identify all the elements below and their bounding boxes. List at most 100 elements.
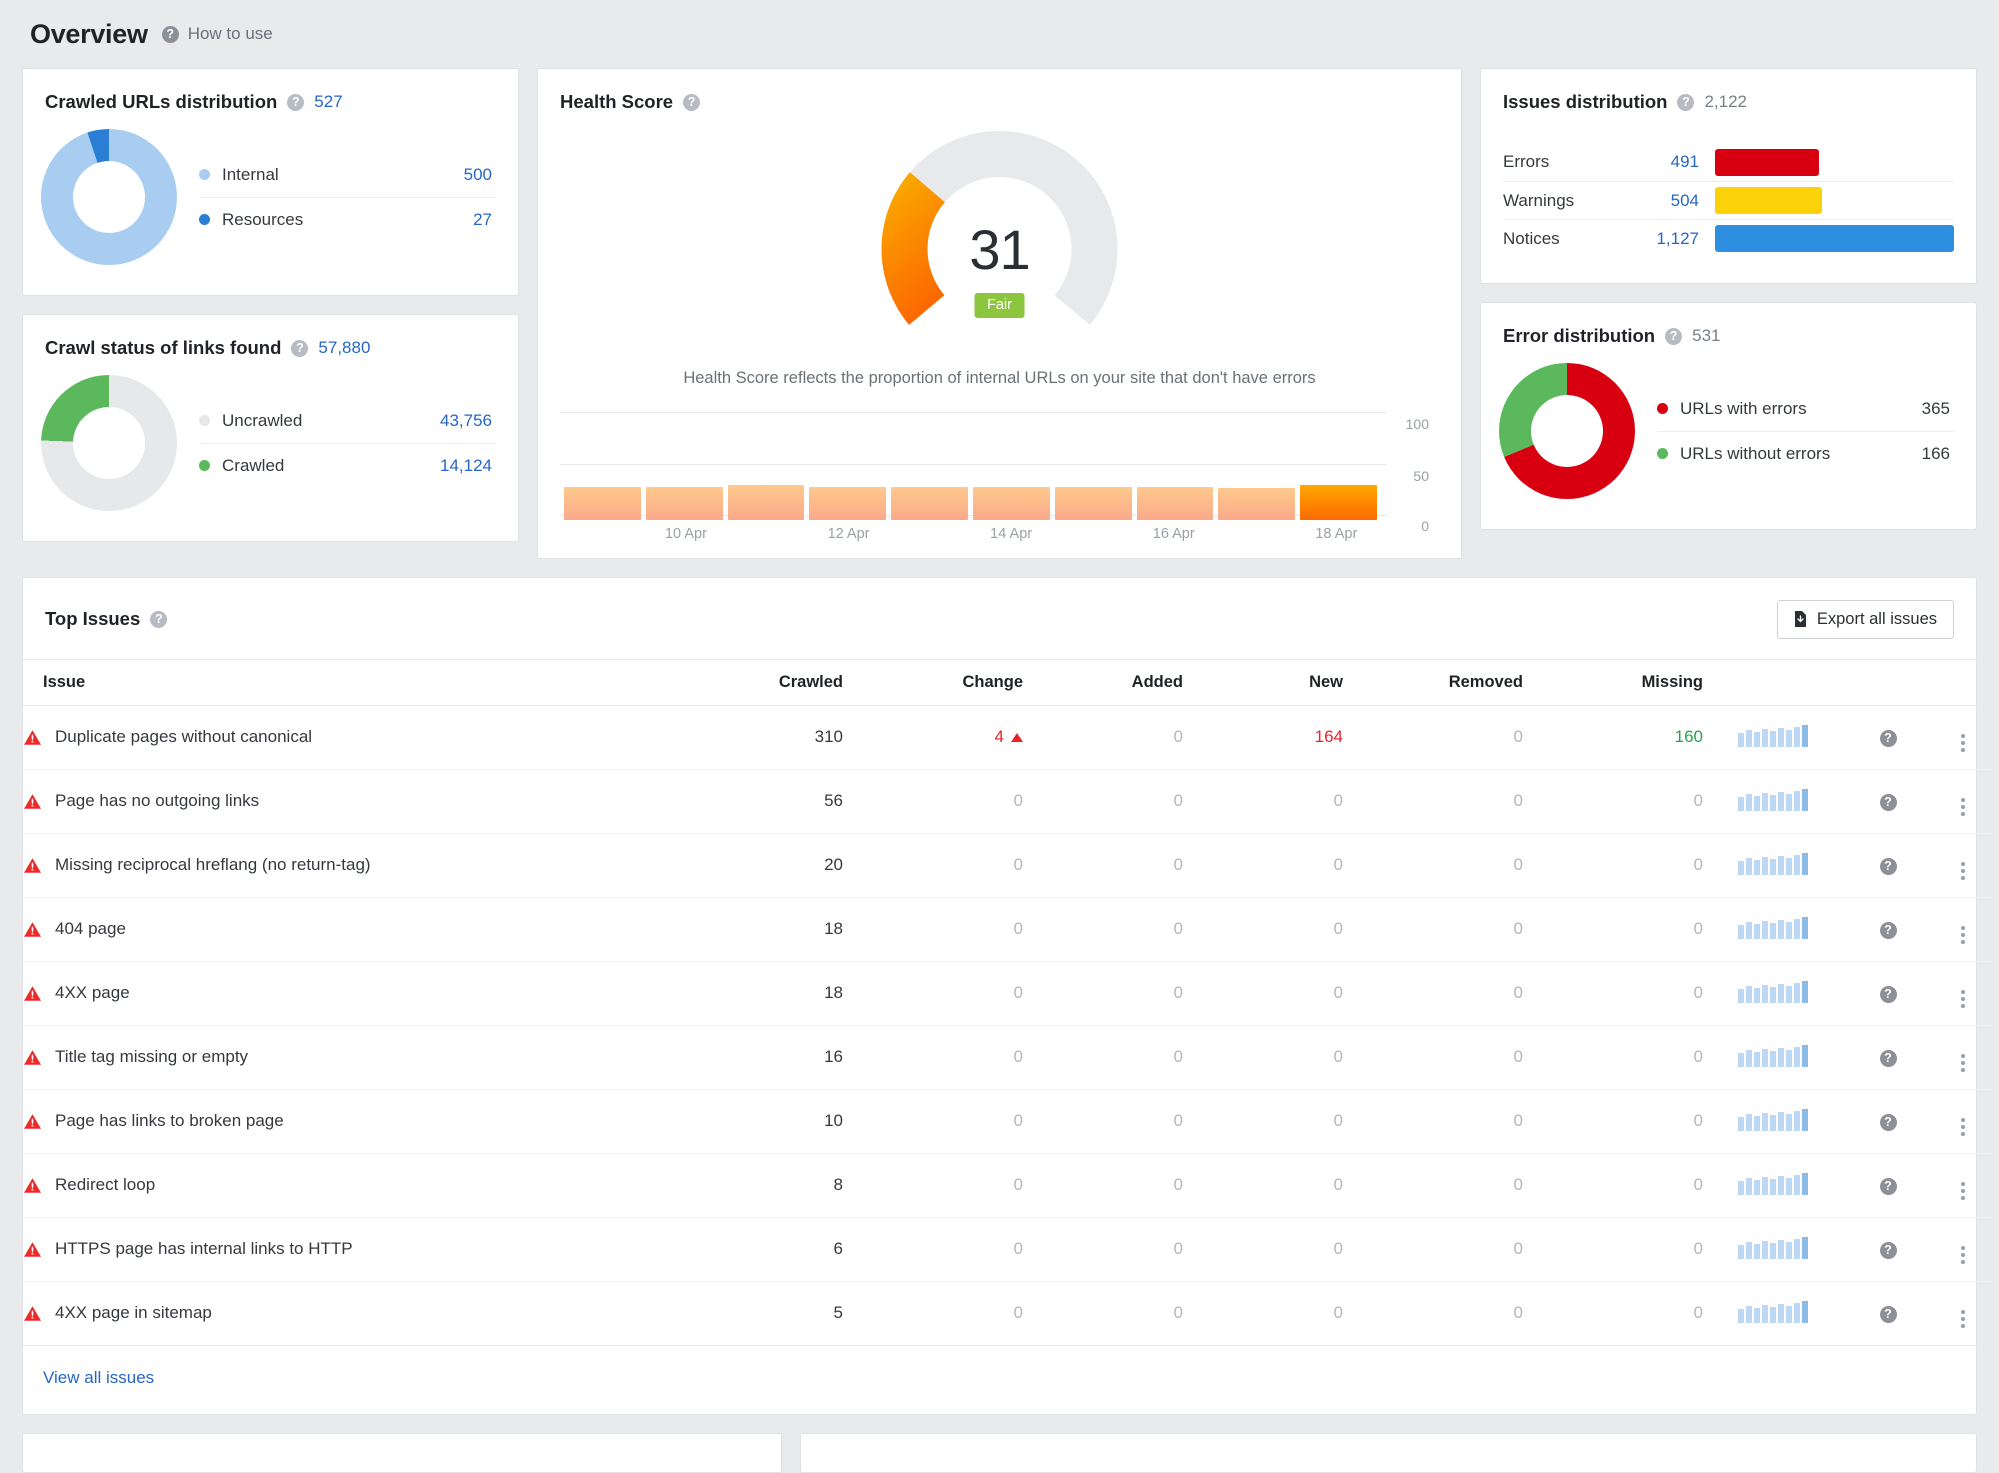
y-tick-50: 50 bbox=[1413, 467, 1429, 484]
export-all-issues-button[interactable]: Export all issues bbox=[1776, 599, 1954, 639]
issues-distribution-row[interactable]: Warnings 504 bbox=[1503, 181, 1954, 219]
table-row[interactable]: Duplicate pages without canonical 310 4 0 16… bbox=[23, 705, 1993, 770]
question-mark-icon[interactable]: ? bbox=[1879, 1178, 1897, 1196]
question-mark-icon[interactable]: ? bbox=[1677, 93, 1695, 111]
col-change[interactable]: Change bbox=[843, 658, 1023, 706]
table-row[interactable]: Redirect loop 8 0 0 0 0 0? bbox=[23, 1153, 1993, 1218]
legend-value[interactable]: 14,124 bbox=[440, 456, 492, 476]
legend-label: Crawled bbox=[222, 455, 285, 475]
table-row[interactable]: Page has links to broken page 10 0 0 0 0 0? bbox=[23, 1089, 1993, 1154]
history-bar[interactable] bbox=[727, 485, 805, 520]
row-menu-icon[interactable] bbox=[1961, 925, 1965, 944]
issue-label: Page has links to broken page bbox=[55, 1111, 284, 1131]
question-mark-icon[interactable]: ? bbox=[1879, 1050, 1897, 1068]
issue-cell[interactable]: Title tag missing or empty bbox=[23, 1025, 683, 1090]
row-value[interactable]: 1,127 bbox=[1635, 229, 1715, 249]
issue-cell[interactable]: Page has no outgoing links bbox=[23, 769, 683, 834]
question-mark-icon[interactable]: ? bbox=[1665, 327, 1683, 345]
legend-item[interactable]: Resources 27 bbox=[199, 196, 496, 242]
history-bar[interactable] bbox=[645, 486, 723, 520]
table-row[interactable]: Page has no outgoing links 56 0 0 0 0 0? bbox=[23, 769, 1993, 834]
removed-cell: 0 bbox=[1343, 833, 1523, 898]
issue-cell[interactable]: HTTPS page has internal links to HTTP bbox=[23, 1217, 683, 1282]
issue-cell[interactable]: Page has links to broken page bbox=[23, 1089, 683, 1154]
col-missing[interactable]: Missing bbox=[1523, 658, 1703, 706]
table-row[interactable]: 4XX page in sitemap 5 0 0 0 0 0? bbox=[23, 1281, 1993, 1346]
row-menu-icon[interactable] bbox=[1961, 861, 1965, 880]
sparkline bbox=[1738, 1235, 1808, 1259]
how-to-use-link[interactable]: ? How to use bbox=[161, 24, 273, 44]
history-bar[interactable] bbox=[1300, 485, 1377, 520]
legend-item[interactable]: Uncrawled 43,756 bbox=[199, 399, 496, 443]
history-bar[interactable] bbox=[1054, 486, 1132, 520]
change-cell: 0 bbox=[843, 833, 1023, 898]
row-menu-icon[interactable] bbox=[1961, 797, 1965, 816]
table-row[interactable]: 404 page 18 0 0 0 0 0? bbox=[23, 897, 1993, 962]
table-header-row: Issue Crawled Change Added New Removed M… bbox=[23, 658, 1993, 706]
question-mark-icon[interactable]: ? bbox=[1879, 858, 1897, 876]
row-menu-icon[interactable] bbox=[1961, 733, 1965, 752]
legend-item[interactable]: URLs with errors 365 bbox=[1657, 387, 1954, 431]
crawled-cell: 20 bbox=[683, 833, 843, 898]
history-bar[interactable] bbox=[1218, 487, 1296, 520]
crawl-status-card: Crawl status of links found ? 57,880 Unc… bbox=[22, 314, 519, 542]
row-menu-icon[interactable] bbox=[1961, 1309, 1965, 1328]
row-value[interactable]: 491 bbox=[1635, 152, 1715, 172]
issue-cell[interactable]: Missing reciprocal hreflang (no return-t… bbox=[23, 833, 683, 898]
view-all-issues-link[interactable]: View all issues bbox=[43, 1368, 154, 1387]
row-menu-icon[interactable] bbox=[1961, 1117, 1965, 1136]
question-mark-icon[interactable]: ? bbox=[1879, 794, 1897, 812]
question-mark-icon[interactable]: ? bbox=[1879, 986, 1897, 1004]
question-mark-icon[interactable]: ? bbox=[150, 610, 168, 628]
question-mark-icon[interactable]: ? bbox=[291, 339, 309, 357]
history-bar[interactable] bbox=[1136, 486, 1214, 520]
issue-cell[interactable]: 4XX page in sitemap bbox=[23, 1281, 683, 1346]
sparkline-cell bbox=[1703, 1153, 1843, 1218]
row-help-cell: ? bbox=[1843, 1153, 1933, 1218]
table-row[interactable]: Missing reciprocal hreflang (no return-t… bbox=[23, 833, 1993, 898]
row-menu-icon[interactable] bbox=[1961, 989, 1965, 1008]
legend-value[interactable]: 500 bbox=[464, 165, 492, 185]
question-mark-icon[interactable]: ? bbox=[1879, 1114, 1897, 1132]
row-help-cell: ? bbox=[1843, 769, 1933, 834]
row-value[interactable]: 504 bbox=[1635, 191, 1715, 211]
table-row[interactable]: HTTPS page has internal links to HTTP 6 0 0… bbox=[23, 1217, 1993, 1282]
col-crawled[interactable]: Crawled bbox=[683, 658, 843, 706]
issue-cell[interactable]: Redirect loop bbox=[23, 1153, 683, 1218]
col-removed[interactable]: Removed bbox=[1343, 658, 1523, 706]
question-mark-icon[interactable]: ? bbox=[683, 93, 701, 111]
legend-item[interactable]: Internal 500 bbox=[199, 153, 496, 197]
issue-cell[interactable]: 404 page bbox=[23, 897, 683, 962]
new-cell: 0 bbox=[1183, 1089, 1343, 1154]
col-added[interactable]: Added bbox=[1023, 658, 1183, 706]
legend-item[interactable]: URLs without errors 166 bbox=[1657, 430, 1954, 476]
change-cell: 0 bbox=[843, 1281, 1023, 1346]
error-distribution-legend: URLs with errors 365 URLs without errors… bbox=[1657, 387, 1954, 476]
issues-distribution-row[interactable]: Errors 491 bbox=[1503, 143, 1954, 181]
issue-cell[interactable]: 4XX page bbox=[23, 961, 683, 1026]
legend-item[interactable]: Crawled 14,124 bbox=[199, 442, 496, 488]
history-bar[interactable] bbox=[891, 486, 968, 520]
issues-distribution-row[interactable]: Notices 1,127 bbox=[1503, 219, 1954, 257]
row-menu-icon[interactable] bbox=[1961, 1245, 1965, 1264]
question-mark-icon[interactable]: ? bbox=[1879, 1306, 1897, 1324]
table-row[interactable]: 4XX page 18 0 0 0 0 0? bbox=[23, 961, 1993, 1026]
question-mark-icon[interactable]: ? bbox=[1879, 730, 1897, 748]
missing-cell: 0 bbox=[1523, 897, 1703, 962]
col-issue[interactable]: Issue bbox=[23, 658, 683, 706]
history-bar[interactable] bbox=[564, 486, 641, 520]
row-menu-icon[interactable] bbox=[1961, 1053, 1965, 1072]
table-row[interactable]: Title tag missing or empty 16 0 0 0 0 0? bbox=[23, 1025, 1993, 1090]
history-bar[interactable] bbox=[972, 486, 1050, 520]
question-mark-icon[interactable]: ? bbox=[1879, 1242, 1897, 1260]
col-new[interactable]: New bbox=[1183, 658, 1343, 706]
question-mark-icon[interactable]: ? bbox=[287, 93, 305, 111]
row-menu-icon[interactable] bbox=[1961, 1181, 1965, 1200]
sparkline bbox=[1738, 1043, 1808, 1067]
legend-value[interactable]: 27 bbox=[473, 210, 492, 230]
row-menu-cell bbox=[1933, 1089, 1993, 1154]
issue-cell[interactable]: Duplicate pages without canonical bbox=[23, 705, 683, 770]
history-bar[interactable] bbox=[809, 486, 887, 520]
question-mark-icon[interactable]: ? bbox=[1879, 922, 1897, 940]
legend-value[interactable]: 43,756 bbox=[440, 411, 492, 431]
